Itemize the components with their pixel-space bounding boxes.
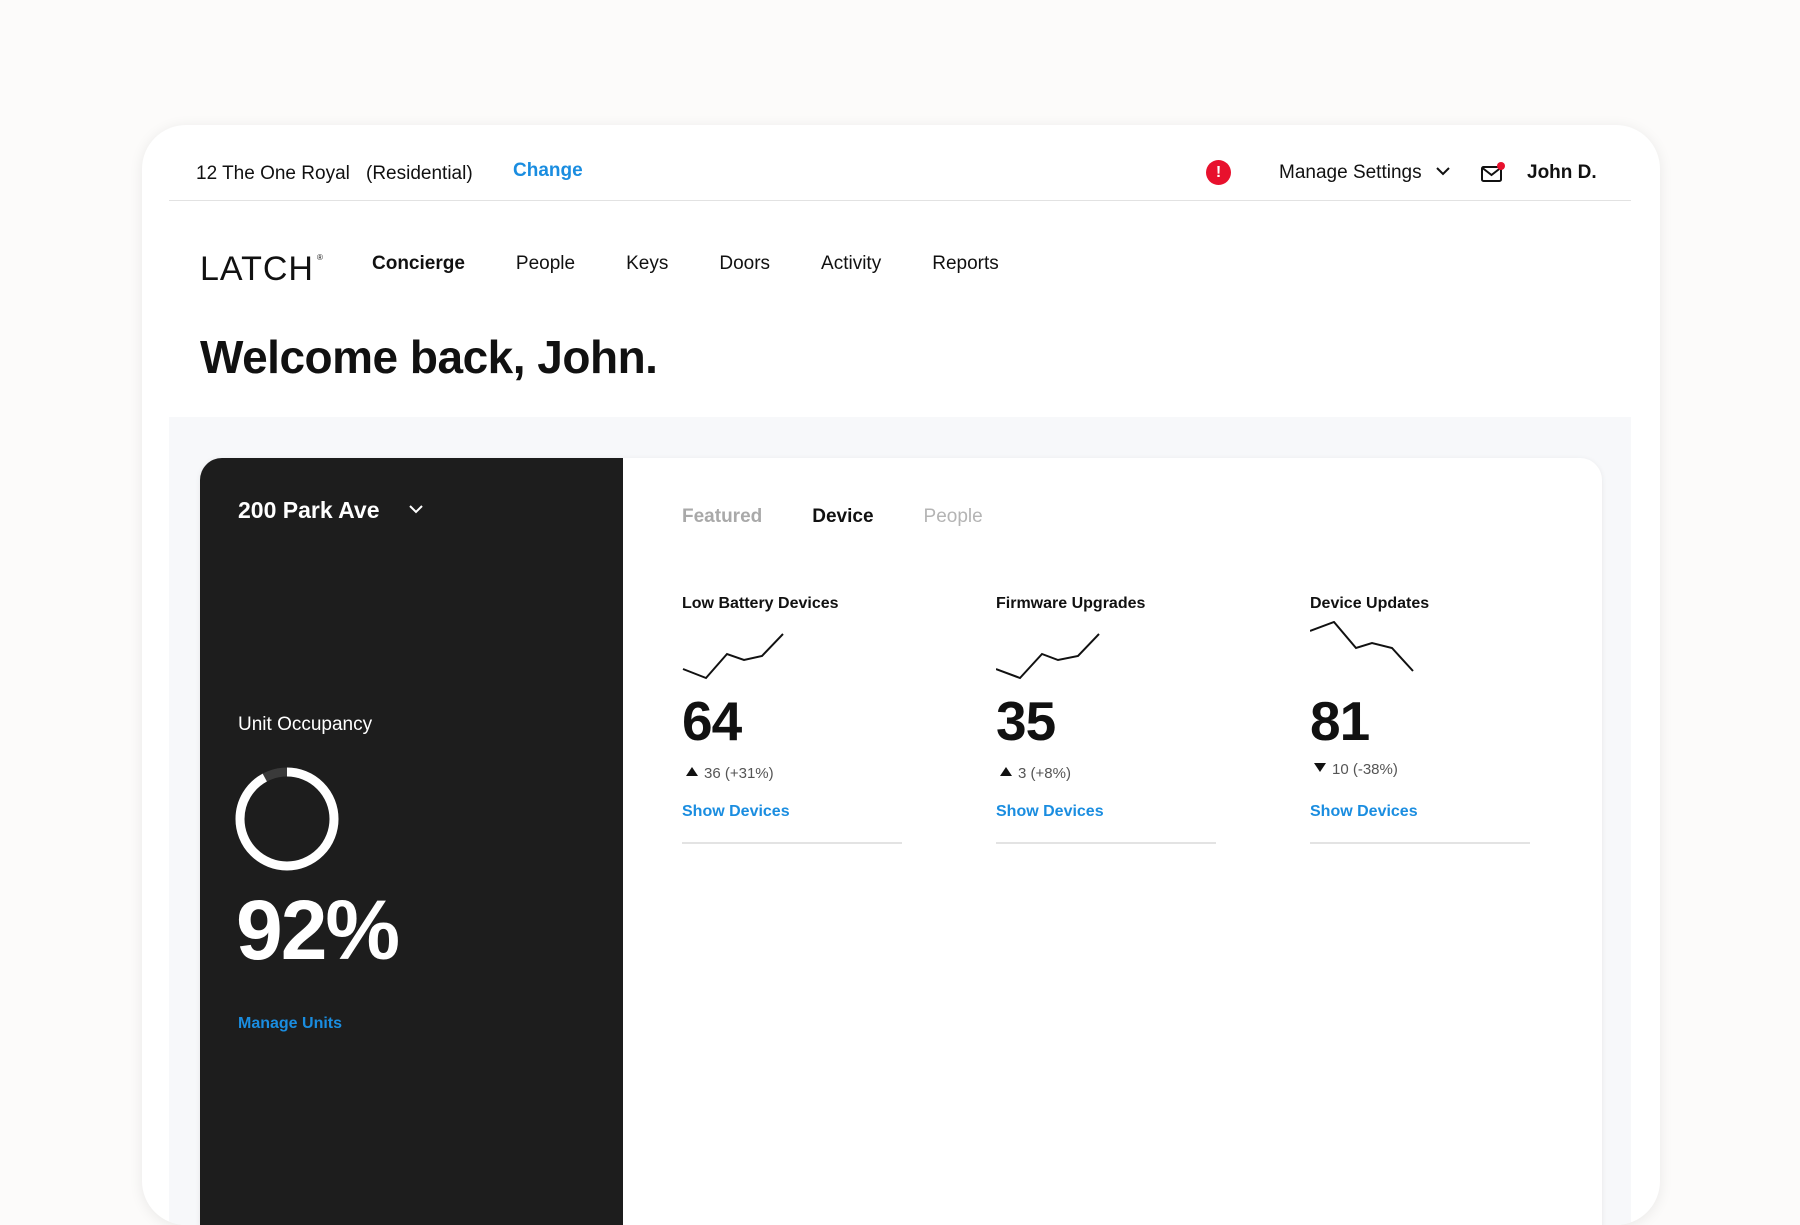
metric-value: 35	[996, 690, 1056, 752]
user-menu[interactable]: John D.	[1527, 162, 1597, 184]
triangle-up-icon	[686, 767, 698, 776]
sparkline-icon	[1310, 621, 1414, 672]
show-devices-link[interactable]: Show Devices	[682, 803, 790, 821]
change-property-link[interactable]: Change	[513, 160, 583, 182]
nav-people[interactable]: People	[516, 253, 575, 275]
metric-delta-text: 10 (-38%)	[1332, 761, 1398, 778]
triangle-up-icon	[1000, 767, 1012, 776]
tab-featured[interactable]: Featured	[682, 506, 762, 528]
metric-title: Low Battery Devices	[682, 595, 839, 612]
tab-bar: Featured Device People	[682, 506, 1033, 528]
sparkline-icon	[682, 633, 784, 680]
metric-delta: 3 (+8%)	[1000, 765, 1071, 782]
metric-value: 81	[1310, 690, 1370, 752]
alert-icon[interactable]: !	[1206, 160, 1231, 185]
divider	[1310, 842, 1530, 844]
chevron-down-icon[interactable]	[408, 503, 424, 515]
property-address: 12 The One Royal	[196, 163, 350, 184]
metric-low-battery: Low Battery Devices 64 36 (+31%) Show De…	[682, 595, 902, 844]
metric-value: 64	[682, 690, 742, 752]
metric-delta-text: 36 (+31%)	[704, 765, 774, 782]
building-panel: 200 Park Ave Unit Occupancy 92% Manage U…	[200, 458, 623, 1225]
manage-settings-dropdown[interactable]: Manage Settings	[1279, 162, 1422, 184]
nav-reports[interactable]: Reports	[932, 253, 999, 275]
sparkline-icon	[996, 633, 1100, 680]
chevron-down-icon[interactable]	[1435, 165, 1451, 177]
mail-icon[interactable]	[1480, 161, 1506, 185]
tab-people[interactable]: People	[924, 506, 983, 528]
logo-text: LATCH	[200, 250, 314, 286]
triangle-down-icon	[1314, 763, 1326, 772]
metric-device-updates: Device Updates 81 10 (-38%) Show Devices	[1310, 595, 1530, 844]
registered-mark: ®	[317, 253, 323, 262]
metric-title: Firmware Upgrades	[996, 595, 1146, 612]
donut-chart-icon	[235, 767, 339, 871]
metric-delta: 36 (+31%)	[686, 765, 774, 782]
tab-device[interactable]: Device	[812, 506, 873, 528]
latch-logo[interactable]: LATCH ®	[200, 248, 325, 291]
nav-keys[interactable]: Keys	[626, 253, 668, 275]
property-type: (Residential)	[366, 163, 473, 184]
top-bar: 12 The One Royal (Residential) Change ! …	[169, 125, 1631, 201]
nav-activity[interactable]: Activity	[821, 253, 881, 275]
occupancy-value: 92%	[236, 883, 400, 977]
app-window: 12 The One Royal (Residential) Change ! …	[142, 125, 1660, 1225]
divider	[682, 842, 902, 844]
divider	[996, 842, 1216, 844]
page-title: Welcome back, John.	[200, 331, 658, 383]
occupancy-label: Unit Occupancy	[238, 714, 373, 735]
show-devices-link[interactable]: Show Devices	[996, 803, 1104, 821]
metric-title: Device Updates	[1310, 595, 1430, 612]
building-selector[interactable]: 200 Park Ave	[238, 497, 380, 524]
manage-units-link[interactable]: Manage Units	[238, 1015, 342, 1033]
show-devices-link[interactable]: Show Devices	[1310, 803, 1418, 821]
nav-concierge[interactable]: Concierge	[372, 253, 465, 275]
metric-firmware-upgrades: Firmware Upgrades 35 3 (+8%) Show Device…	[996, 595, 1216, 844]
dashboard-card: 200 Park Ave Unit Occupancy 92% Manage U…	[200, 458, 1602, 1225]
nav-doors[interactable]: Doors	[719, 253, 770, 275]
metric-delta: 10 (-38%)	[1314, 761, 1398, 778]
metric-delta-text: 3 (+8%)	[1018, 765, 1071, 782]
notification-dot-icon	[1497, 162, 1505, 170]
main-nav: Concierge People Keys Doors Activity Rep…	[372, 253, 1050, 275]
